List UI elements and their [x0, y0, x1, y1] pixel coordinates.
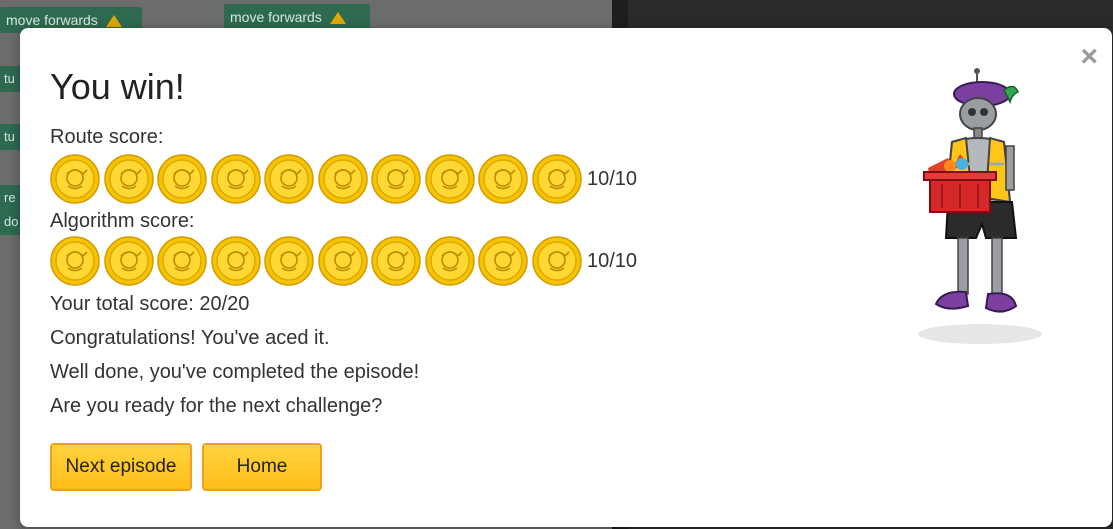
algorithm-score-coins: 10/10	[50, 236, 637, 286]
route-score-label: Route score:	[50, 126, 164, 148]
home-button[interactable]: Home	[202, 443, 322, 491]
route-score-coins: 10/10	[50, 154, 637, 204]
up-arrow-icon	[105, 15, 122, 28]
robot-character	[918, 68, 1042, 344]
gold-coin-icon	[157, 154, 207, 204]
total-score-text: Your total score: 20/20	[50, 293, 250, 315]
code-block-label: move forwards	[230, 9, 322, 25]
message-line: Well done, you've completed the episode!	[50, 361, 420, 383]
app-window: move forwards move forwards tu tu re do …	[0, 0, 1113, 529]
code-block-label: move forwards	[6, 12, 98, 28]
gold-coin-icon	[424, 154, 475, 204]
close-icon[interactable]: ×	[1080, 42, 1098, 72]
gold-coin-icon	[264, 236, 314, 286]
gold-coin-icon	[371, 236, 421, 286]
gold-coin-icon	[478, 236, 528, 286]
gold-coin-icon	[264, 154, 314, 204]
gold-coin-icon	[371, 154, 421, 204]
gold-coin-icon	[50, 236, 100, 286]
gold-coin-icon	[103, 236, 154, 286]
dialog-title: You win!	[50, 66, 185, 107]
code-block-move-forwards[interactable]: move forwards	[224, 4, 370, 30]
gold-coin-icon	[478, 154, 528, 204]
gold-coin-icon	[157, 236, 207, 286]
algorithm-score-value: 10/10	[587, 249, 638, 272]
gold-coin-icon	[317, 154, 368, 204]
gold-coin-icon	[103, 154, 154, 204]
gold-coin-icon	[424, 236, 475, 286]
message-line: Are you ready for the next challenge?	[50, 395, 383, 417]
gold-coin-icon	[531, 154, 582, 204]
win-dialog: × You win! Route score: 10/10 Algorithm …	[20, 28, 1112, 527]
gold-coin-icon	[317, 236, 368, 286]
algorithm-score-label: Algorithm score:	[50, 210, 195, 232]
gold-coin-icon	[50, 154, 100, 204]
gold-coin-icon	[210, 236, 261, 286]
route-score-value: 10/10	[587, 167, 638, 190]
gold-coin-icon	[531, 236, 582, 286]
up-arrow-icon	[329, 12, 346, 25]
message-line: Congratulations! You've aced it.	[50, 327, 330, 349]
next-episode-button[interactable]: Next episode	[50, 443, 192, 491]
gold-coin-icon	[210, 154, 261, 204]
